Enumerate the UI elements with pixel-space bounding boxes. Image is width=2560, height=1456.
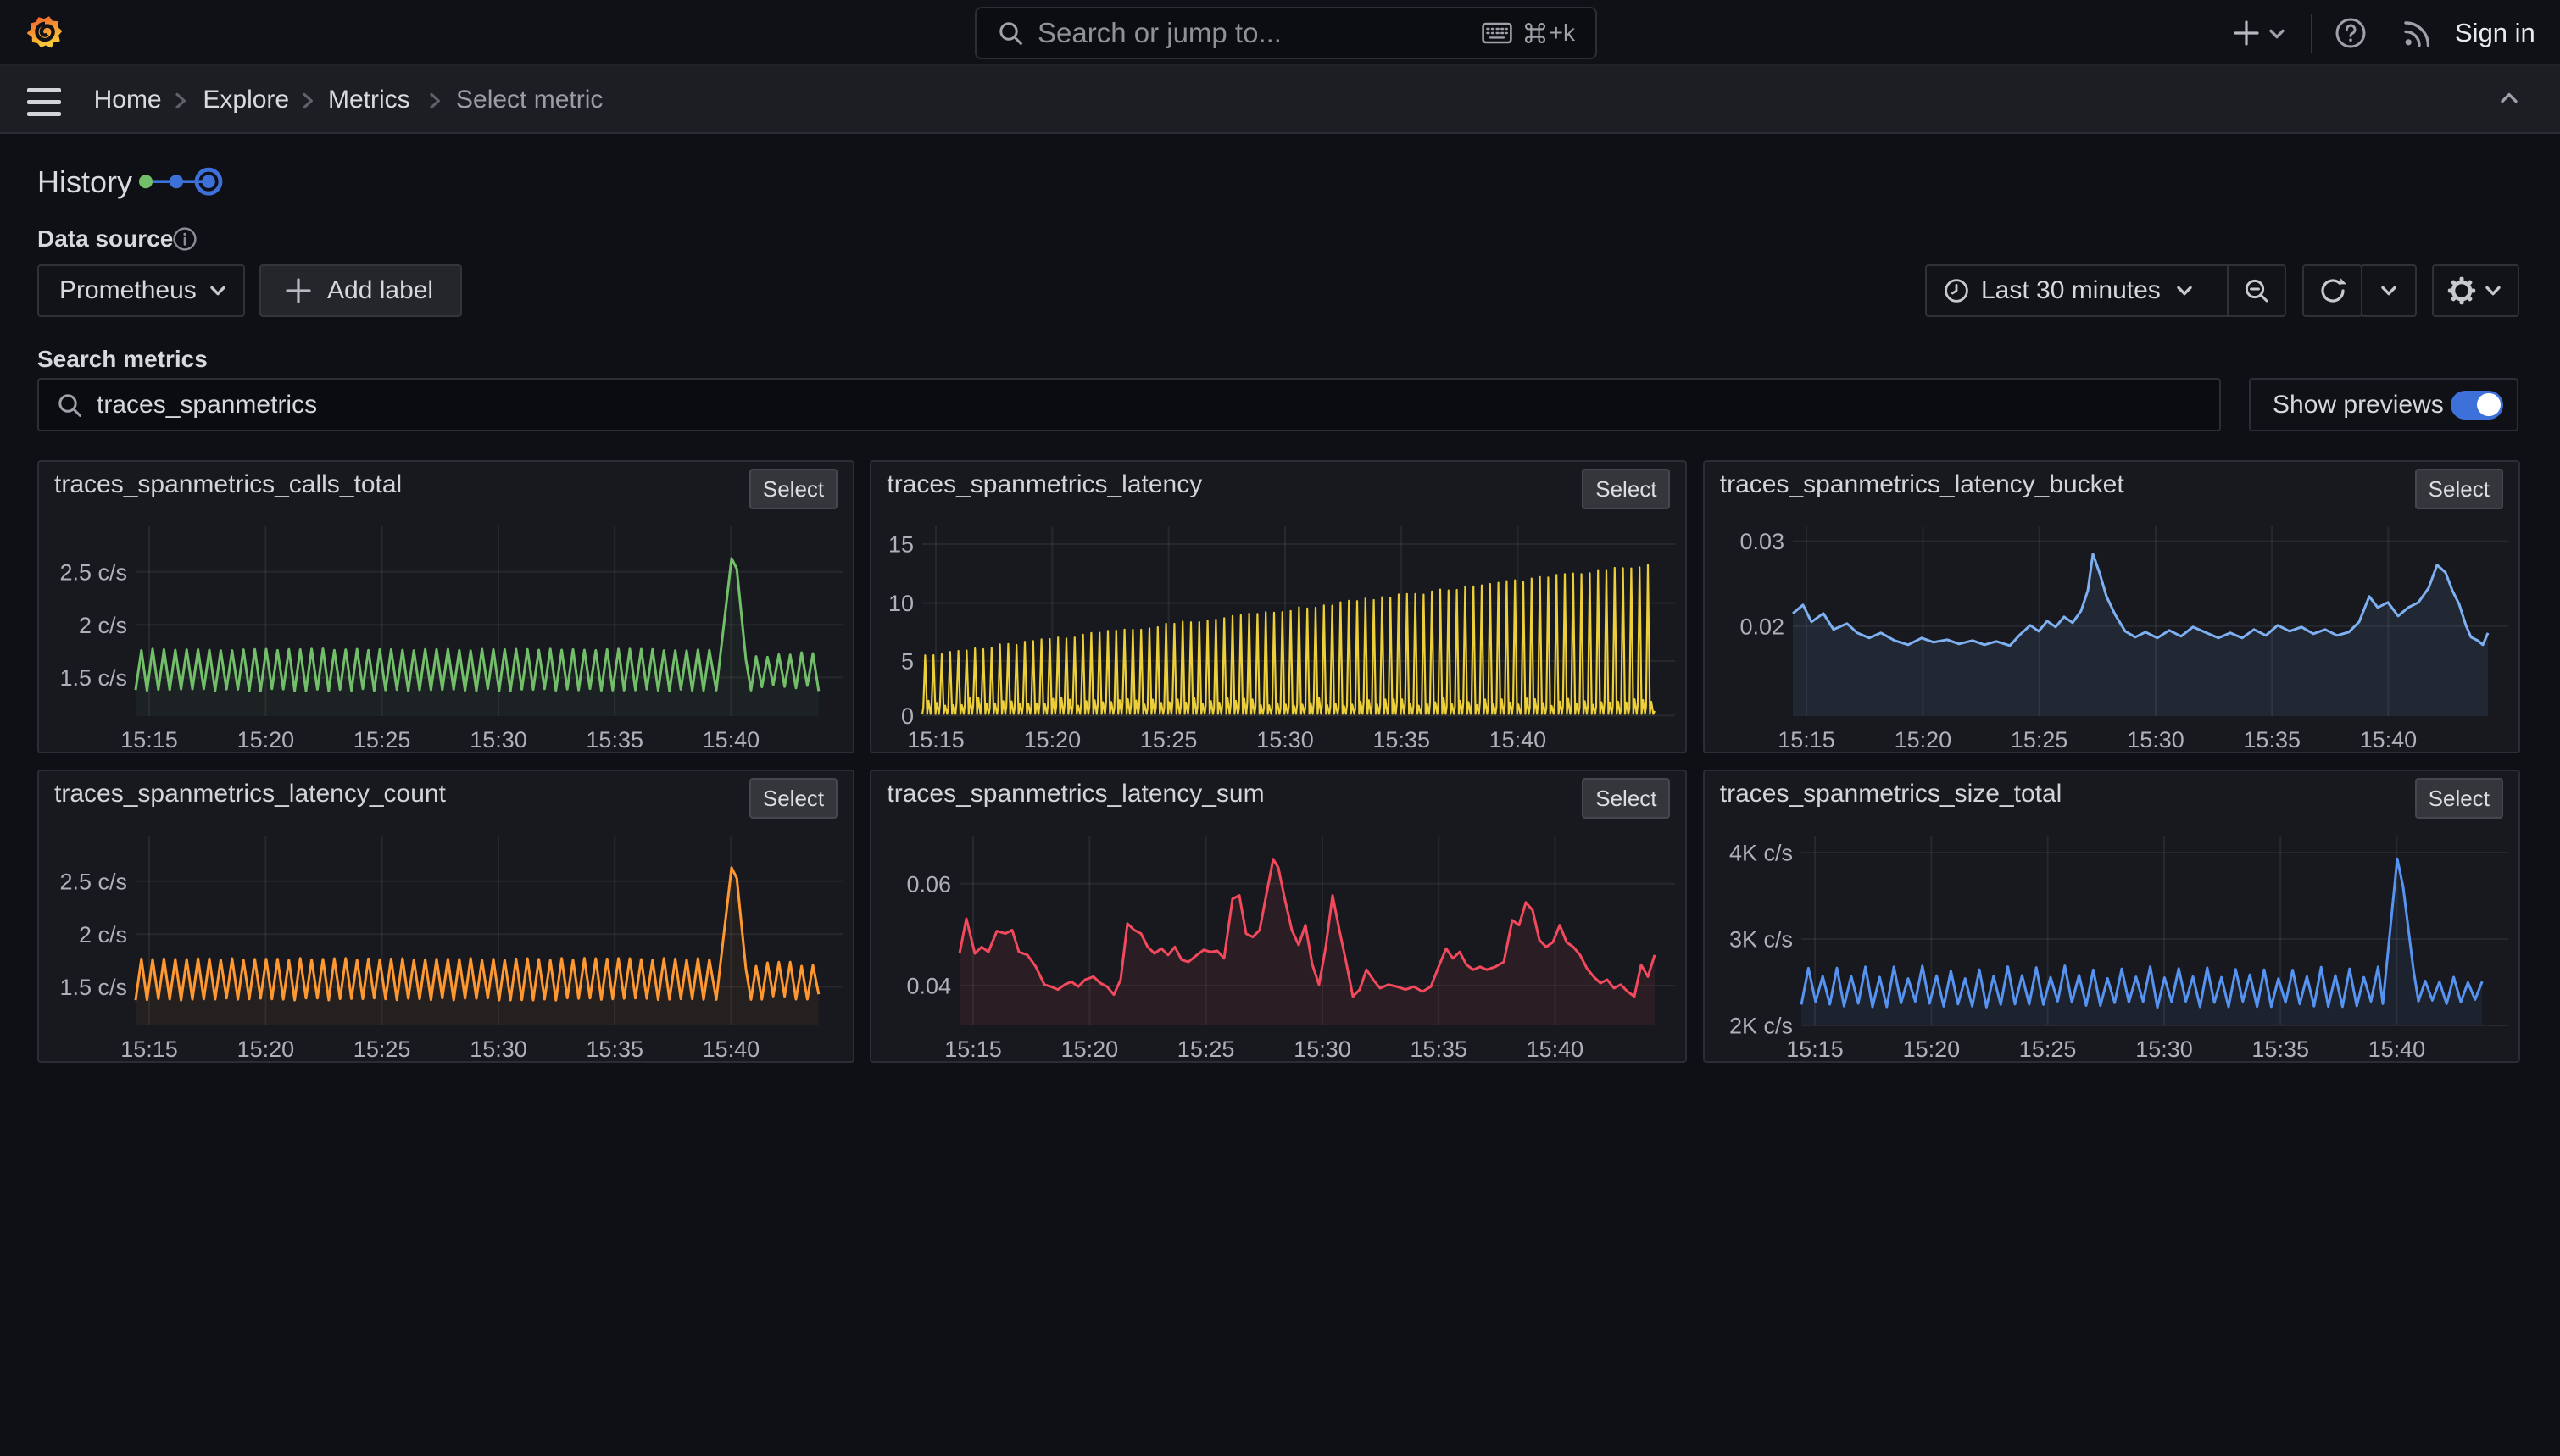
svg-text:15:25: 15:25 <box>1177 1036 1235 1062</box>
svg-text:15:15: 15:15 <box>945 1036 1003 1062</box>
svg-text:15:15: 15:15 <box>120 727 178 753</box>
svg-text:15:25: 15:25 <box>2011 727 2068 753</box>
svg-text:2.5 c/s: 2.5 c/s <box>59 869 127 894</box>
svg-text:1.5 c/s: 1.5 c/s <box>59 665 127 691</box>
svg-text:15:25: 15:25 <box>353 1036 411 1062</box>
svg-text:15:15: 15:15 <box>1778 727 1835 753</box>
svg-text:15:30: 15:30 <box>470 727 527 753</box>
svg-text:15:30: 15:30 <box>470 1036 527 1062</box>
svg-text:15:15: 15:15 <box>1786 1036 1844 1062</box>
svg-text:15:25: 15:25 <box>2019 1036 2077 1062</box>
svg-text:15:25: 15:25 <box>353 727 411 753</box>
svg-text:5: 5 <box>901 649 914 675</box>
svg-text:15:35: 15:35 <box>586 1036 643 1062</box>
svg-text:15:40: 15:40 <box>1527 1036 1584 1062</box>
svg-text:10: 10 <box>888 592 914 617</box>
svg-text:0.04: 0.04 <box>907 974 952 999</box>
svg-text:0.06: 0.06 <box>907 871 952 897</box>
svg-text:15: 15 <box>888 532 914 558</box>
svg-text:1.5 c/s: 1.5 c/s <box>59 975 127 1000</box>
svg-text:0.03: 0.03 <box>1739 530 1784 555</box>
svg-text:15:20: 15:20 <box>1024 727 1082 753</box>
svg-text:15:30: 15:30 <box>2127 727 2184 753</box>
svg-text:15:20: 15:20 <box>1894 727 1951 753</box>
svg-text:0: 0 <box>901 703 914 729</box>
svg-text:15:15: 15:15 <box>908 727 966 753</box>
svg-text:15:30: 15:30 <box>1257 727 1315 753</box>
svg-text:15:20: 15:20 <box>1061 1036 1119 1062</box>
svg-text:15:25: 15:25 <box>1140 727 1198 753</box>
svg-text:2 c/s: 2 c/s <box>79 613 127 638</box>
svg-text:15:40: 15:40 <box>2368 1036 2425 1062</box>
svg-text:15:20: 15:20 <box>237 1036 295 1062</box>
svg-text:15:35: 15:35 <box>1411 1036 1468 1062</box>
svg-text:2K c/s: 2K c/s <box>1729 1014 1793 1039</box>
svg-text:15:35: 15:35 <box>2243 727 2301 753</box>
svg-text:2.5 c/s: 2.5 c/s <box>59 560 127 586</box>
svg-text:15:30: 15:30 <box>1294 1036 1352 1062</box>
svg-text:15:40: 15:40 <box>2359 727 2417 753</box>
svg-text:15:35: 15:35 <box>2251 1036 2309 1062</box>
svg-text:15:40: 15:40 <box>1489 727 1547 753</box>
svg-text:0.02: 0.02 <box>1739 614 1784 640</box>
svg-text:15:15: 15:15 <box>120 1036 178 1062</box>
svg-text:3K c/s: 3K c/s <box>1729 927 1793 953</box>
svg-text:4K c/s: 4K c/s <box>1729 841 1793 866</box>
svg-text:15:20: 15:20 <box>1902 1036 1960 1062</box>
svg-text:15:40: 15:40 <box>703 1036 760 1062</box>
svg-text:15:20: 15:20 <box>237 727 295 753</box>
svg-text:15:35: 15:35 <box>1373 727 1431 753</box>
svg-text:15:35: 15:35 <box>586 727 643 753</box>
svg-text:15:30: 15:30 <box>2135 1036 2193 1062</box>
svg-text:15:40: 15:40 <box>703 727 760 753</box>
svg-text:2 c/s: 2 c/s <box>79 922 127 948</box>
